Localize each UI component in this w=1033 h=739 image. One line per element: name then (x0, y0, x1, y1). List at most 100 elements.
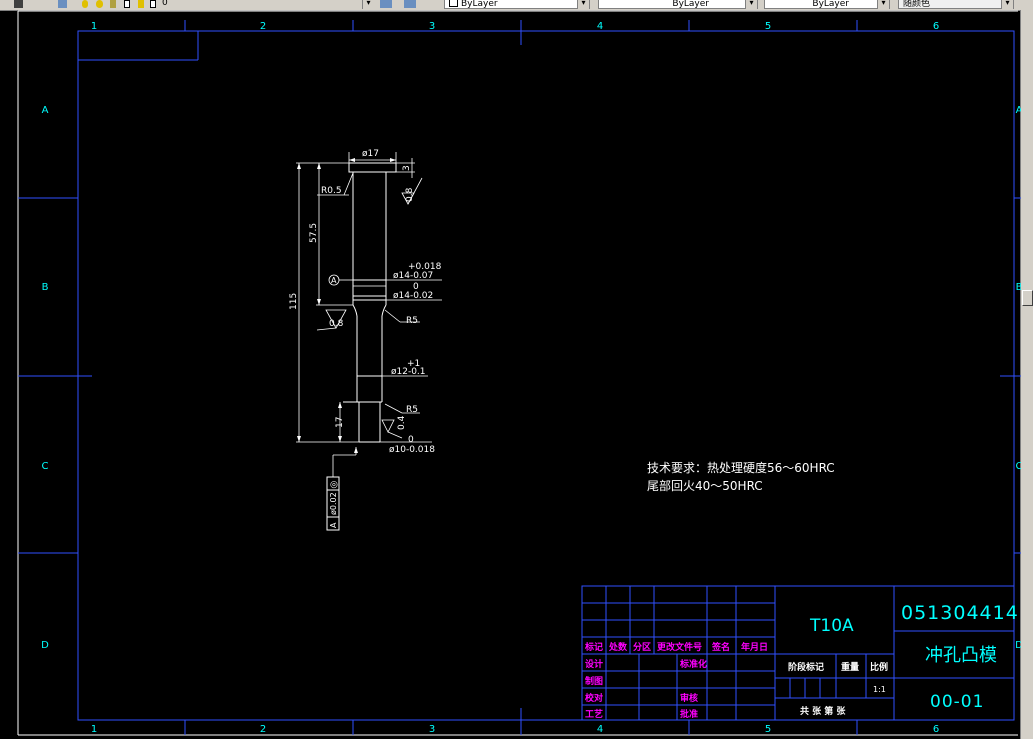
zone-label-bottom-2: 2 (260, 724, 266, 735)
roughness-08-b: 0.8 (329, 319, 344, 329)
zone-label-left-b: B (42, 282, 49, 293)
roughness-04: 0.4 (397, 415, 407, 430)
tb-sheet-code: 00-01 (930, 692, 984, 712)
dim-d10: ø10-0.018 (389, 445, 435, 455)
lineweight-dropdown-arrow-icon[interactable]: ▾ (877, 0, 889, 9)
sheet-border (17, 10, 1018, 736)
dim-head-height: 3 (402, 165, 412, 171)
fcf-tolerance: ø0.02 (329, 492, 338, 515)
zone-label-right-a: A (1016, 105, 1021, 116)
tb-scale-value: 1:1 (873, 685, 886, 694)
plotstyle-dropdown[interactable]: 随颜色 (898, 0, 1014, 9)
zone-label-top-4: 4 (597, 21, 603, 32)
tb-header-mark: 标记 (584, 641, 603, 653)
title-block-stage-labels: 阶段标记 重量 比例 1:1 共 张 第 张 (788, 661, 888, 717)
make-layer-current-icon[interactable] (380, 0, 392, 8)
color-swatch-icon (449, 0, 458, 7)
linetype-dropdown-arrow-icon[interactable]: ▾ (745, 0, 757, 9)
tb-drawing-number: 051304414 (901, 602, 1019, 624)
tb-row-check: 校对 (585, 692, 603, 704)
zone-label-right-d: D (1015, 640, 1021, 651)
dim-575: 57.5 (309, 223, 319, 243)
dimension-texts: ø17 3 R0.5 57.5 115 17 +0.018 ø14-0.07 0… (289, 149, 442, 528)
layer-on-icon (82, 0, 88, 8)
tb-header-zone: 分区 (633, 641, 651, 653)
tb-row-approve: 批准 (680, 708, 698, 720)
zone-labels: 1 2 3 4 5 6 1 2 3 4 5 6 A B C D A B C D (41, 21, 1021, 735)
layer-freeze-icon (96, 0, 103, 8)
color-dropdown[interactable]: ByLayer (444, 0, 590, 9)
title-block-labels: 标记 处数 分区 更改文件号 签名 年月日 设计 标准化 制图 校对 审核 工艺… (584, 641, 768, 720)
zone-label-bottom-1: 1 (91, 724, 97, 735)
arrowheads (297, 158, 396, 453)
dim-r5-b: R5 (406, 405, 418, 415)
drawing-frame (77, 30, 1015, 721)
dim-17: 17 (335, 417, 345, 428)
zone-label-top-6: 6 (933, 21, 939, 32)
drawing-canvas[interactable]: 1 2 3 4 5 6 1 2 3 4 5 6 A B C D A B C D (0, 10, 1021, 739)
tb-stage-label: 阶段标记 (788, 661, 824, 673)
dimension-lines (296, 152, 442, 477)
zone-label-bottom-6: 6 (933, 724, 939, 735)
tb-row-draw: 制图 (585, 675, 603, 687)
fcf-concentricity-symbol: ◎ (330, 480, 338, 490)
lineweight-dropdown[interactable]: ByLayer (764, 0, 890, 9)
dim-head-dia: ø17 (362, 149, 379, 159)
color-value: ByLayer (461, 0, 498, 9)
color-dropdown-arrow-icon[interactable]: ▾ (577, 0, 589, 9)
zone-label-right-b: B (1016, 282, 1021, 293)
layer-manager-icon[interactable] (58, 0, 67, 8)
zone-label-top-2: 2 (260, 21, 266, 32)
zone-label-bottom-3: 3 (429, 724, 435, 735)
layer-lock-icon (110, 0, 116, 8)
dim-d12: ø12-0.1 (391, 367, 426, 377)
dim-d14-a: ø14-0.07 (393, 271, 433, 281)
layer-color-swatch-icon (150, 0, 156, 8)
tb-sheets: 共 张 第 张 (800, 705, 846, 717)
vertical-scrollbar[interactable] (1020, 10, 1033, 739)
zone-dividers (18, 20, 1021, 735)
zone-label-left-d: D (41, 640, 49, 651)
dim-tol-zero-2: 0 (408, 435, 414, 445)
tb-row-process: 工艺 (585, 708, 603, 720)
zone-label-top-1: 1 (91, 21, 97, 32)
plotstyle-dropdown-arrow-icon[interactable]: ▾ (1001, 0, 1013, 9)
technical-notes: 技术要求：热处理硬度56～60HRC 尾部回火40～50HRC (647, 460, 835, 493)
plotstyle-value: 随颜色 (903, 0, 931, 9)
corner-box (78, 31, 199, 61)
scrollbar-thumb[interactable] (1022, 290, 1033, 306)
dim-115: 115 (289, 293, 299, 310)
tb-scale-label: 比例 (870, 661, 888, 673)
tb-row-design: 设计 (585, 658, 603, 670)
zone-label-left-a: A (42, 105, 49, 116)
layer-dropdown[interactable]: 0 (158, 0, 376, 9)
tb-part-name: 冲孔凸模 (925, 645, 997, 666)
tb-header-count: 处数 (608, 641, 628, 653)
title-block-values: T10A 051304414 冲孔凸模 00-01 (809, 602, 1019, 712)
tb-row-review: 审核 (680, 692, 698, 704)
tb-header-date: 年月日 (741, 641, 768, 653)
tb-material: T10A (809, 616, 854, 636)
zone-label-top-5: 5 (765, 21, 771, 32)
datum-a-label: A (331, 276, 337, 285)
zone-label-top-3: 3 (429, 21, 435, 32)
drawing-icon[interactable] (14, 0, 23, 8)
punch-outline (343, 162, 397, 443)
tb-header-sign: 签名 (711, 641, 730, 653)
zone-label-right-c: C (1016, 461, 1021, 472)
layer-plot-icon (138, 0, 144, 8)
zone-label-bottom-5: 5 (765, 724, 771, 735)
layer-previous-icon[interactable] (404, 0, 416, 8)
lineweight-value: ByLayer (812, 0, 849, 9)
zone-label-bottom-4: 4 (597, 724, 603, 735)
tb-row-standard: 标准化 (679, 658, 707, 670)
tb-weight-label: 重量 (841, 661, 859, 673)
dim-r05: R0.5 (321, 186, 342, 196)
linetype-dropdown[interactable]: ByLayer (598, 0, 758, 9)
zone-label-left-c: C (42, 461, 49, 472)
note-line-2: 尾部回火40～50HRC (647, 478, 763, 493)
roughness-08-a: 0.8 (405, 187, 415, 202)
layer-dropdown-arrow-icon[interactable]: ▾ (362, 0, 374, 9)
layer-value: 0 (162, 0, 168, 8)
linetype-value: ByLayer (672, 0, 709, 9)
